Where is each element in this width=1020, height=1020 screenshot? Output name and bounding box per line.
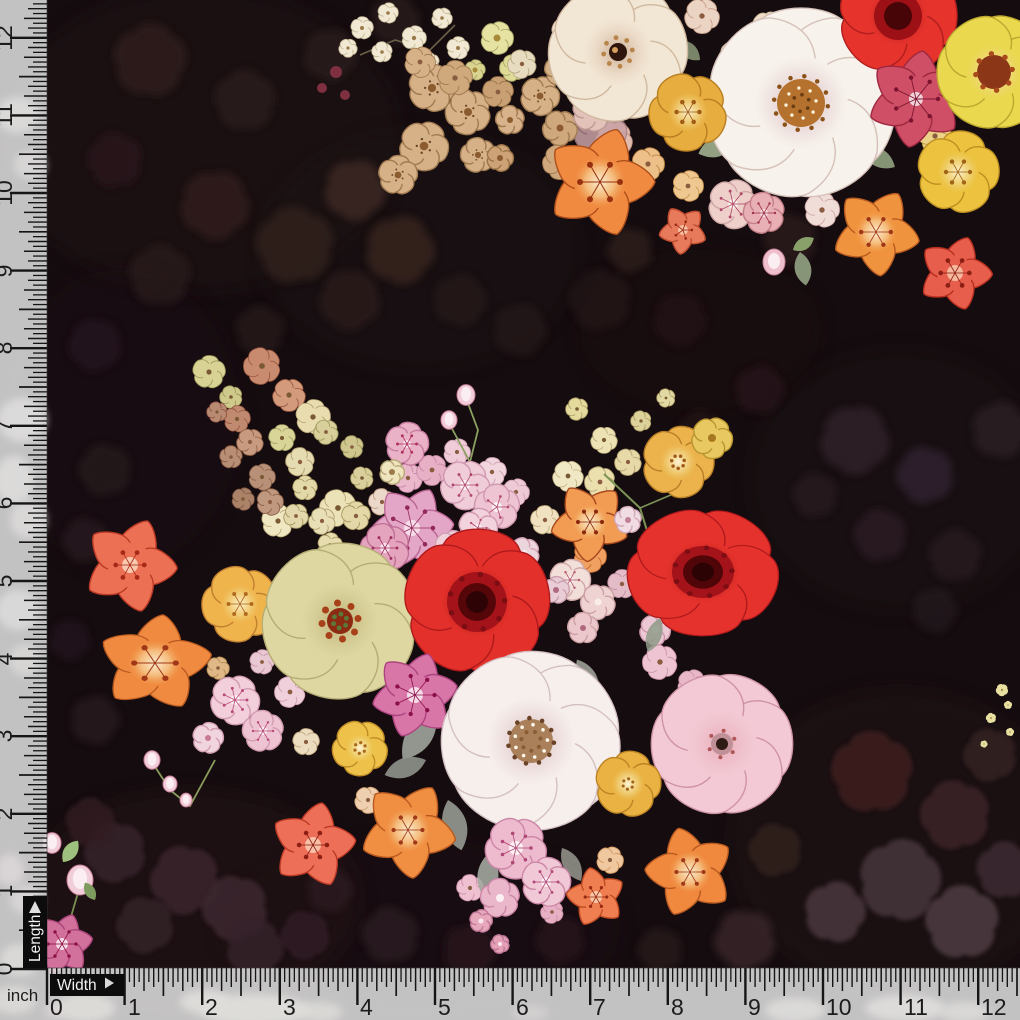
svg-text:4: 4 <box>360 994 373 1020</box>
svg-text:1: 1 <box>128 994 141 1020</box>
svg-text:5: 5 <box>438 994 451 1020</box>
svg-text:inch: inch <box>7 986 38 1005</box>
svg-text:Length: Length <box>27 915 44 962</box>
svg-text:12: 12 <box>981 994 1007 1020</box>
svg-text:10: 10 <box>826 994 852 1020</box>
svg-text:12: 12 <box>0 25 17 51</box>
svg-text:9: 9 <box>748 994 761 1020</box>
svg-text:2: 2 <box>205 994 218 1020</box>
svg-text:0: 0 <box>0 963 17 976</box>
svg-text:11: 11 <box>0 103 17 127</box>
svg-text:11: 11 <box>904 994 928 1020</box>
svg-text:7: 7 <box>593 994 606 1020</box>
svg-text:2: 2 <box>0 808 17 821</box>
svg-text:Width: Width <box>57 977 97 994</box>
svg-text:1: 1 <box>0 885 17 898</box>
svg-text:5: 5 <box>0 575 17 588</box>
svg-text:8: 8 <box>671 994 684 1020</box>
svg-text:6: 6 <box>516 994 529 1020</box>
svg-text:3: 3 <box>0 730 17 743</box>
svg-text:4: 4 <box>0 652 17 665</box>
svg-text:3: 3 <box>283 994 296 1020</box>
svg-text:10: 10 <box>0 180 17 206</box>
svg-text:7: 7 <box>0 420 17 433</box>
svg-text:9: 9 <box>0 265 17 278</box>
svg-text:6: 6 <box>0 497 17 510</box>
svg-text:8: 8 <box>0 342 17 355</box>
svg-text:0: 0 <box>50 994 63 1020</box>
